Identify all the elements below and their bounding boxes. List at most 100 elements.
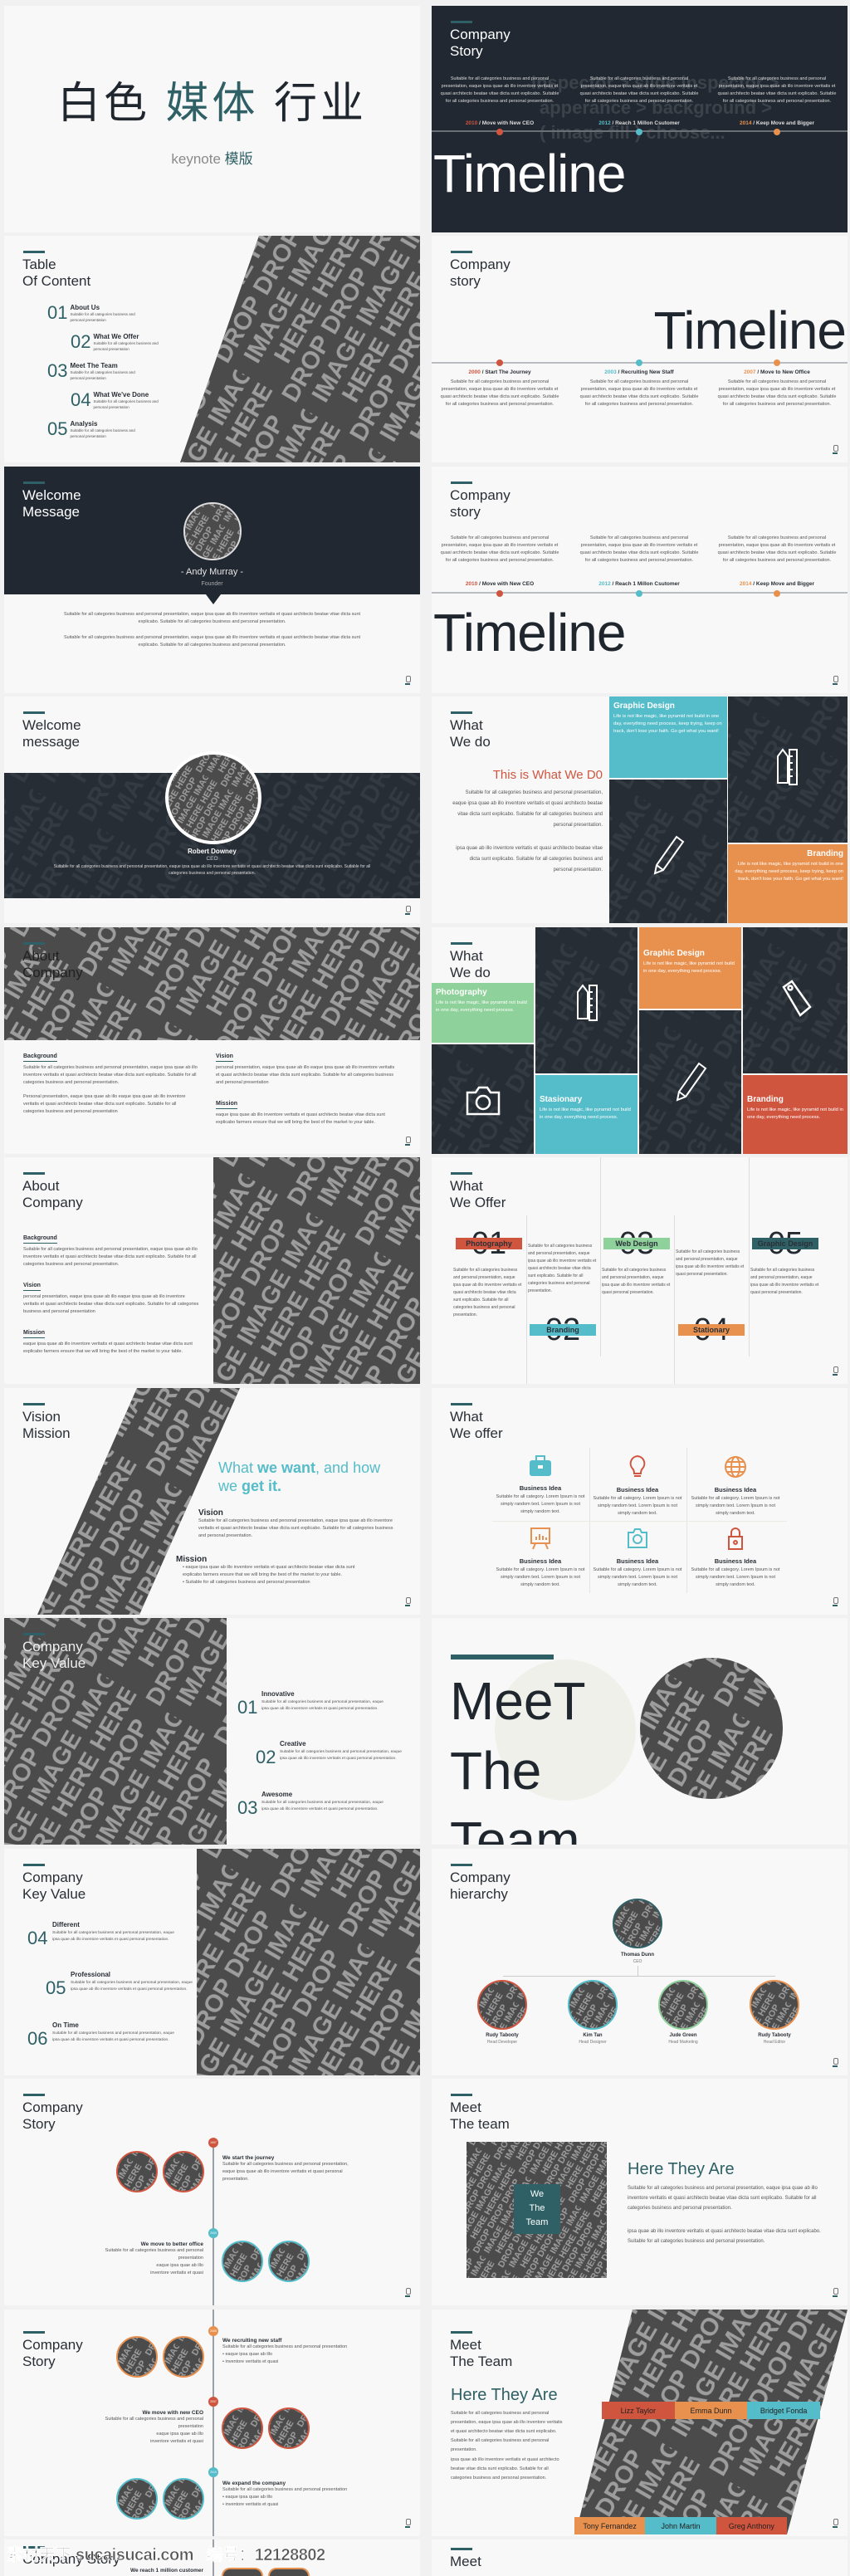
offer-item[interactable]: Business Idea Suitable for all category. … [690, 1454, 781, 1518]
slide-title[interactable]: 白色 媒体 行业 keynote 模版 [4, 6, 420, 232]
service-box-stasionary[interactable]: Stasionary Life is not like magic, like p… [535, 1075, 638, 1154]
offer-item[interactable]: Business Idea Suitable for all category. … [495, 1526, 586, 1589]
slide-meet-the-team-names[interactable]: DROP DROP DROPIMAGE IMAGE IMAGEHERE HERE… [432, 2310, 848, 2536]
name-band-bottom: Tony Fernandez John Martin Greg Anthony [574, 2517, 787, 2534]
image-placeholder[interactable]: DROP DROP DROPIMAGE IMAGE IMAGEHERE HERE… [213, 1157, 420, 1384]
timeline-label: 2010 / Move with New CEO [465, 120, 535, 126]
offer-tag-graphic-design[interactable]: Graphic Design [752, 1238, 818, 1249]
offer-tag-stationary[interactable]: Stationary [678, 1324, 745, 1336]
photo-placeholder[interactable] [268, 2568, 310, 2576]
slide-welcome-message-ceo[interactable]: Welcomemessage DROP DROP DROPIMAGE IMAGE… [4, 697, 420, 923]
team-name: Emma Dunn [674, 2402, 748, 2419]
slide-meet-the-team-3[interactable]: Meet [432, 2539, 848, 2576]
keynote-icon [405, 2519, 411, 2529]
service-box-branding[interactable]: Branding Life is not like magic, like pyr… [728, 844, 848, 923]
offer-item[interactable]: Business Idea Suitable for all category. … [690, 1526, 781, 1589]
photo-placeholder[interactable]: DROP DROP DROPIMAGE IMAGE IMAGEHERE HERE… [116, 2151, 158, 2192]
toc-item-what-weve-done[interactable]: 04 What We've Done Suitable for all catego… [71, 391, 164, 413]
slide-title: Meet The Team [450, 2337, 513, 2369]
photo-placeholder[interactable]: DROP DROP DROPIMAGE IMAGE IMAGEHERE HERE… [163, 2336, 204, 2378]
slide-meet-the-team[interactable]: MeetThe team DROP DROP DROPIMAGE IMAGE I… [432, 2079, 848, 2305]
photo-placeholder[interactable]: DROP DROP DROPIMAGE IMAGE IMAGEHERE HERE… [163, 2478, 204, 2520]
keynote-icon [833, 445, 838, 455]
slide-what-we-do[interactable]: What We do This is What We D0 Suitable fo… [432, 697, 848, 923]
photo-placeholder[interactable]: DROP DROP DROPIMAGE IMAGE IMAGEHERE HERE… [116, 2478, 158, 2520]
slide-company-key-value[interactable]: DROP DROP DROPIMAGE IMAGE IMAGEHERE HERE… [4, 1618, 420, 1845]
mission-section: Mission eaque ipsa quae ab illo inventore… [216, 1101, 385, 1125]
image-placeholder[interactable]: DROP DROP DROPIMAGE IMAGE IMAGEHERE HERE… [197, 1849, 420, 2075]
timeline-text: Suitable for all categories business and… [717, 535, 837, 563]
story-entry-label: We reach 1 million customer [129, 2568, 203, 2574]
slide-about-company[interactable]: DROP DROP DROPIMAGE IMAGE IMAGEHERE HERE… [4, 927, 420, 1154]
slide-what-we-offer-icons[interactable]: What We offer Business Idea Suitable for a… [432, 1388, 848, 1615]
placeholder-lettering: DROP DROP DROPIMAGE IMAGE IMAGEHERE HERE… [569, 1982, 616, 2028]
timeline-heading: Timeline [433, 144, 626, 203]
slide-welcome-message[interactable]: WelcomeMessage DROP DROP DROPIMAGE IMAGE… [4, 467, 420, 693]
offer-item[interactable]: Business Idea Suitable for all category. … [495, 1454, 586, 1516]
timeline-text: Suitable for all categories business and… [440, 379, 559, 407]
photo-placeholder[interactable]: DROP DROP DROPIMAGE IMAGE IMAGEHERE HERE… [222, 2407, 263, 2449]
avatar[interactable]: DROP DROP DROPIMAGE IMAGE IMAGEHERE HERE… [165, 751, 261, 844]
slide-company-story-vertical-2[interactable]: CompanyStory 2005 DROP DROP DROPIMAGE IM… [4, 2310, 420, 2536]
offer-item[interactable]: Business Idea Suitable for all category. … [592, 1454, 683, 1518]
photo-placeholder[interactable] [222, 2568, 263, 2576]
member-avatar[interactable]: DROP DROP DROPIMAGE IMAGE IMAGEHERE HERE… [568, 1980, 618, 2030]
slide-vision-mission[interactable]: DROP DROP DROPIMAGE IMAGE IMAGEHERE HERE… [4, 1388, 420, 1615]
toc-item-analysis[interactable]: 05 Analysis Suitable for all categories bu… [47, 420, 140, 442]
offer-item[interactable]: Business Idea Suitable for all category. … [592, 1526, 683, 1589]
person-role: CEO [206, 856, 218, 862]
image-placeholder[interactable]: DROP DROP DROPIMAGE IMAGE IMAGEHERE HERE… [4, 927, 420, 1040]
slide-title: Company Key Value [22, 1870, 86, 1902]
photo-placeholder[interactable]: DROP DROP DROPIMAGE IMAGE IMAGEHERE HERE… [116, 2336, 158, 2378]
service-box-graphic-design[interactable]: Graphic Design Life is not like magic, li… [609, 697, 727, 778]
timeline-label: 2000 / Start The Journey [468, 369, 531, 375]
member-avatar[interactable]: DROP DROP DROPIMAGE IMAGE IMAGEHERE HERE… [658, 1980, 708, 2030]
placeholder-lettering: DROP DROP DROPIMAGE IMAGE IMAGEHERE HERE… [751, 1982, 798, 2028]
avatar[interactable]: DROP DROP DROPIMAGE IMAGE IMAGEHERE HERE… [183, 502, 242, 560]
accent-bar [23, 481, 45, 484]
member-avatar[interactable]: DROP DROP DROPIMAGE IMAGE IMAGEHERE HERE… [477, 1980, 527, 2030]
service-box-branding[interactable]: Branding Life is not like magic, like pyr… [743, 1075, 848, 1154]
slide-about-company-2[interactable]: DROP DROP DROPIMAGE IMAGE IMAGEHERE HERE… [4, 1157, 420, 1384]
slide-what-we-do-grid[interactable]: What We do Photography Life is not like ma… [432, 927, 848, 1154]
offer-tag-photography[interactable]: Photography [456, 1238, 522, 1249]
slide-title: Company story [450, 257, 510, 289]
offer-tag-branding[interactable]: Branding [530, 1324, 596, 1336]
slide-table-of-content[interactable]: DROP DROP DROPIMAGE IMAGE IMAGEHERE HERE… [4, 236, 420, 462]
photo-placeholder[interactable]: DROP DROP DROPIMAGE IMAGE IMAGEHERE HERE… [163, 2151, 204, 2192]
ceo-avatar[interactable]: DROP DROP DROPIMAGE IMAGE IMAGEHERE HERE… [613, 1899, 662, 1948]
offer-tag-web-design[interactable]: Web Design [603, 1238, 670, 1249]
accent-bar [23, 1403, 45, 1405]
slide-what-we-offer[interactable]: WhatWe Offer 01 Photography 02 Branding … [432, 1157, 848, 1384]
accent-bar [23, 2094, 45, 2096]
placeholder-lettering: DROP DROP DROPIMAGE IMAGE IMAGEHERE HERE… [118, 2153, 156, 2191]
slide-company-story-dark[interactable]: Company Story inspector > slide inspector… [432, 6, 848, 232]
photo-placeholder[interactable]: DROP DROP DROPIMAGE IMAGE IMAGEHERE HERE… [268, 2241, 310, 2282]
team-image-placeholder[interactable]: DROP DROP DROPIMAGE IMAGE IMAGEHERE HERE… [640, 1658, 783, 1799]
toc-item-what-we-offer[interactable]: 02 What We Offer Suitable for all categori… [71, 333, 164, 354]
slide-company-story-vertical[interactable]: CompanyStory 1997 DROP DROP DROPIMAGE IM… [4, 2079, 420, 2305]
photo-placeholder[interactable]: DROP DROP DROPIMAGE IMAGE IMAGEHERE HERE… [222, 2241, 263, 2282]
slide-company-story-light[interactable]: Company story Timeline 2000 / Start The J… [432, 236, 848, 462]
timeline-line [212, 2310, 214, 2536]
service-box-graphic-design[interactable]: Graphic Design Life is not like magic, li… [639, 927, 741, 1009]
story-entry: We start the journey Suitable for all cat… [222, 2155, 349, 2182]
slide-meet-the-team-cover[interactable]: DROP DROP DROPIMAGE IMAGE IMAGEHERE HERE… [432, 1618, 848, 1845]
toc-item-about-us[interactable]: 01 About Us Suitable for all categories bu… [47, 304, 140, 325]
slide-company-hierarchy[interactable]: Companyhierarchy DROP DROP DROPIMAGE IMA… [432, 1849, 848, 2075]
toc-item-meet-the-team[interactable]: 03 Meet The Team Suitable for all categori… [47, 362, 140, 384]
vision-heading: What we want, and how we get it. [218, 1459, 381, 1494]
slide-company-key-value-2[interactable]: DROP DROP DROPIMAGE IMAGE IMAGEHERE HERE… [4, 1849, 420, 2075]
slide-company-story-timeline[interactable]: Company story Suitable for all categories… [432, 467, 848, 693]
photo-placeholder[interactable]: DROP DROP DROPIMAGE IMAGE IMAGEHERE HERE… [268, 2407, 310, 2449]
timeline-dot [636, 359, 642, 366]
member-avatar[interactable]: DROP DROP DROPIMAGE IMAGE IMAGEHERE HERE… [750, 1980, 799, 2030]
lightbulb-icon [629, 1454, 646, 1477]
timeline-text: Suitable for all categories business and… [717, 379, 837, 407]
cover-heading: MeeT The Team [450, 1671, 586, 1845]
member-name: Kim Tan Head Designer [579, 2033, 607, 2045]
column-divider [600, 1157, 601, 1356]
service-box-photography[interactable]: Photography Life is not like magic, like … [432, 983, 534, 1043]
accent-bar [23, 1633, 45, 1635]
slide-title: Meet [450, 2554, 481, 2569]
